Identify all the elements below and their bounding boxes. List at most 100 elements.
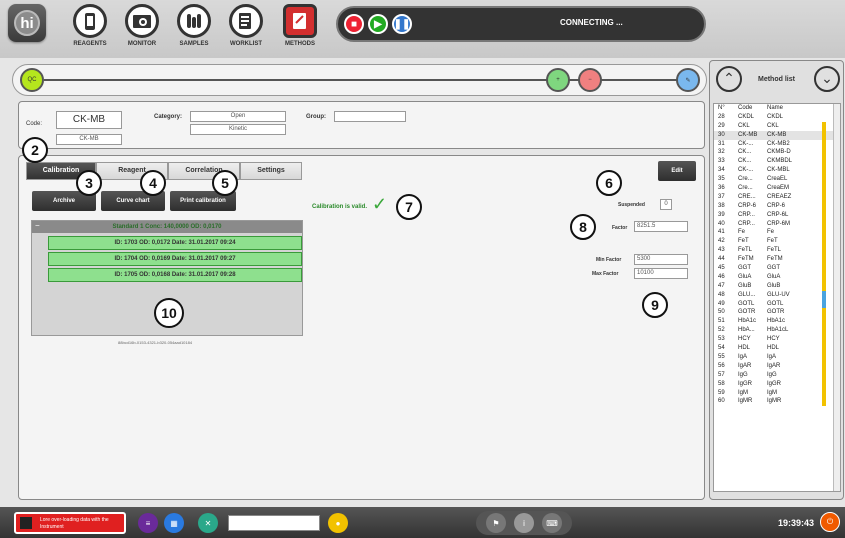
info-icon[interactable]: i (514, 513, 534, 533)
edit-step-blue-icon[interactable]: ✎ (676, 68, 700, 92)
max-factor-field[interactable]: 10100 (634, 268, 688, 279)
sample-tubes-icon (187, 14, 201, 28)
factor-field[interactable]: 8251.5 (634, 221, 688, 232)
method-list-row[interactable]: 51 HbA1c HbA1c (714, 317, 840, 327)
command-input[interactable] (228, 515, 320, 531)
method-name: GGT (767, 265, 780, 272)
method-name: CKMBDL (767, 158, 793, 165)
scroll-down-button[interactable]: ⌄ (814, 66, 840, 92)
measurement-row[interactable]: ID: 1703 OD: 0,0172 Date: 31.01.2017 09:… (48, 236, 302, 250)
method-list-row[interactable]: 33 CK... CKMBDL (714, 157, 840, 167)
method-list-row[interactable]: 42 FeT FeT (714, 237, 840, 247)
keyboard-icon[interactable]: ⌨ (542, 513, 562, 533)
method-list-row[interactable]: 53 HCY HCY (714, 335, 840, 345)
method-list-row[interactable]: 29 CKL CKL (714, 121, 840, 131)
method-name: Fe (767, 229, 775, 236)
callout-4: 4 (140, 170, 166, 196)
method-list-row[interactable]: 37 CRE... CREAEZ (714, 192, 840, 202)
method-list-row[interactable]: 28 CKDL CKDL (714, 113, 840, 122)
method-status-bar (822, 166, 826, 176)
method-status-bar (822, 308, 826, 318)
pause-button[interactable]: ❚❚ (392, 14, 412, 34)
method-list-row[interactable]: 41 Fe Fe (714, 228, 840, 238)
method-list-row[interactable]: 43 FeTL FeTL (714, 246, 840, 256)
method-list-row[interactable]: 52 HbA... HbA1cL (714, 326, 840, 336)
method-code: Cre... (738, 176, 753, 183)
nav-monitor[interactable]: MONITOR (120, 4, 164, 47)
add-step-green-icon[interactable]: + (546, 68, 570, 92)
notification-icon[interactable]: ⚑ (486, 513, 506, 533)
method-name: CKMB-D (767, 149, 791, 156)
method-list-row[interactable]: 57 IgG IgG (714, 370, 840, 380)
nav-samples[interactable]: SAMPLES (172, 4, 216, 47)
method-name: FeT (767, 238, 778, 245)
method-list-row[interactable]: 31 CK-... CK-MB2 (714, 139, 840, 149)
app-logo[interactable]: hi (8, 4, 46, 42)
method-code: Cre... (738, 185, 753, 192)
method-list-row[interactable]: 46 GluA GluA (714, 272, 840, 282)
method-list-row[interactable]: 56 IgAR IgAR (714, 361, 840, 371)
database-icon[interactable]: ≡ (138, 513, 158, 533)
method-code: IgA (738, 353, 748, 360)
method-list-row[interactable]: 40 CRP... CRP-6M (714, 219, 840, 229)
clock: 19:39:43 (778, 518, 815, 528)
method-status-bar (822, 290, 826, 300)
method-list[interactable]: N° Code Name 28 CKDL CKDL 29 CKL CKL 30 CK-MB CK… (713, 103, 841, 492)
suspended-label: Suspended (618, 202, 645, 208)
nav-reagents[interactable]: REAGENTS (68, 4, 112, 47)
method-list-row[interactable]: 36 Cre... CreaEM (714, 184, 840, 193)
power-button[interactable]: ⏻ (820, 512, 840, 532)
method-name: IgA (767, 353, 777, 360)
method-list-row[interactable]: 30 CK-MB CK-MB (714, 130, 840, 140)
method-list-row[interactable]: 47 GluB GluB (714, 281, 840, 291)
remove-step-red-icon[interactable]: − (578, 68, 602, 92)
method-list-scrollbar[interactable] (833, 104, 840, 491)
method-list-row[interactable]: 44 FeTM FeTM (714, 255, 840, 265)
method-list-row[interactable]: 39 CRP... CRP-6L (714, 210, 840, 220)
method-code: FeTL (738, 247, 753, 254)
method-code: CKL (738, 122, 750, 129)
tools-icon[interactable]: ✕ (198, 513, 218, 533)
method-list-row[interactable]: 54 HDL HDL (714, 344, 840, 353)
method-list-row[interactable]: 48 GLU... GLU-UV (714, 290, 840, 300)
method-name: IgG (767, 371, 777, 378)
calendar-icon[interactable]: ▦ (164, 513, 184, 533)
suspended-field[interactable]: 0 (660, 199, 672, 210)
method-list-row[interactable]: 59 IgM IgM (714, 388, 840, 398)
play-button[interactable]: ▶ (368, 14, 388, 34)
edit-button[interactable]: Edit (658, 161, 696, 181)
stop-button[interactable]: ■ (344, 14, 364, 34)
collapse-icon[interactable]: − (35, 221, 40, 230)
method-list-row[interactable]: 35 Cre... CreaEL (714, 175, 840, 185)
method-list-row[interactable]: 34 CK-... CK-MBL (714, 166, 840, 176)
method-status-bar (822, 397, 826, 407)
min-factor-field[interactable]: 5300 (634, 254, 688, 265)
measurement-row[interactable]: ID: 1704 OD: 0,0169 Date: 31.01.2017 09:… (48, 252, 302, 266)
nav-worklist[interactable]: WORKLIST (224, 4, 268, 47)
method-number: 48 (718, 291, 725, 298)
method-number: 28 (718, 113, 725, 120)
qc-node[interactable]: QC (20, 68, 44, 92)
method-list-row[interactable]: 60 IgMR IgMR (714, 397, 840, 407)
method-list-header: N° Code Name (714, 104, 840, 113)
measurement-row[interactable]: ID: 1705 OD: 0,0168 Date: 31.01.2017 09:… (48, 268, 302, 282)
method-list-row[interactable]: 50 GOTR GOTR (714, 308, 840, 318)
nav-methods[interactable]: METHODS (278, 4, 322, 47)
tab-settings[interactable]: Settings (240, 162, 302, 180)
method-list-row[interactable]: 55 IgA IgA (714, 352, 840, 362)
method-list-row[interactable]: 45 GGT GGT (714, 264, 840, 273)
method-list-row[interactable]: 38 CRP-6 CRP-6 (714, 201, 840, 211)
method-number: 54 (718, 345, 725, 352)
method-list-row[interactable]: 58 IgGR IgGR (714, 379, 840, 389)
chat-icon[interactable]: ● (328, 513, 348, 533)
standard-header[interactable]: Standard 1 Conc: 140,0000 OD: 0,0170 (32, 221, 302, 233)
method-list-row[interactable]: 32 CK... CKMB-D (714, 148, 840, 158)
group-field (334, 111, 406, 122)
method-name: IgMR (767, 398, 782, 405)
method-list-row[interactable]: 49 GOTL GOTL (714, 299, 840, 309)
scroll-up-button[interactable]: ⌃ (716, 66, 742, 92)
alert-text: Lore over-loading data with the Instrume… (40, 517, 109, 530)
method-status-bar (822, 299, 826, 309)
method-name: GOTR (767, 309, 785, 316)
method-name: CRP-6M (767, 220, 791, 227)
